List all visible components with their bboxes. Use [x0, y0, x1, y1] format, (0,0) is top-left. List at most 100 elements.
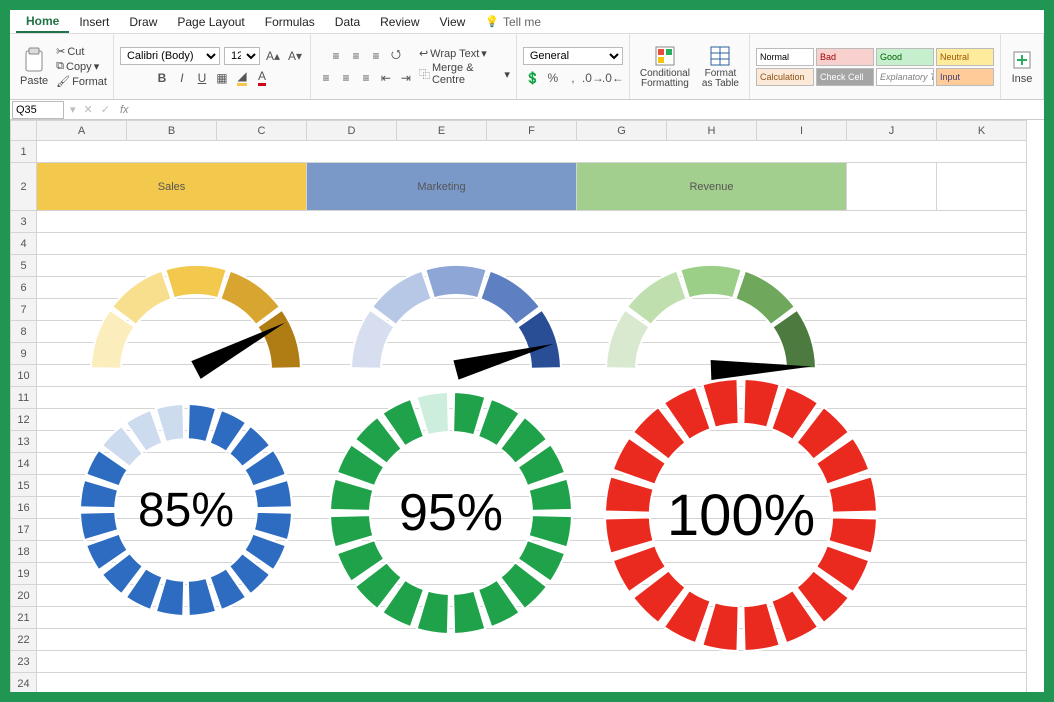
col-header[interactable]: F [487, 121, 577, 141]
orientation-button[interactable]: ⭯ [387, 47, 405, 65]
cut-button[interactable]: ✂ Cut [56, 45, 84, 58]
col-header[interactable]: E [397, 121, 487, 141]
tab-draw[interactable]: Draw [119, 12, 167, 32]
decrease-font-button[interactable]: A▾ [286, 47, 304, 65]
decrease-indent-button[interactable]: ⇤ [377, 69, 395, 87]
row-header[interactable]: 21 [11, 607, 37, 629]
formula-bar: ▾ ✕ ✓ fx [10, 100, 1044, 120]
row-header[interactable]: 12 [11, 409, 37, 431]
style-neutral[interactable]: Neutral [936, 48, 994, 66]
tab-insert[interactable]: Insert [69, 12, 119, 32]
row-header[interactable]: 18 [11, 541, 37, 563]
align-top-button[interactable]: ≡ [327, 47, 345, 65]
row-header[interactable]: 4 [11, 233, 37, 255]
fill-color-button[interactable]: ◢ [233, 69, 251, 87]
increase-font-button[interactable]: A▴ [264, 47, 282, 65]
row-header[interactable]: 2 [11, 163, 37, 211]
bold-button[interactable]: B [153, 69, 171, 87]
align-left-button[interactable]: ≡ [317, 69, 335, 87]
col-header[interactable]: J [847, 121, 937, 141]
increase-indent-button[interactable]: ⇥ [397, 69, 415, 87]
percent-button[interactable]: % [544, 69, 562, 87]
merge-icon: ⿻ [419, 66, 430, 82]
row-header[interactable]: 15 [11, 475, 37, 497]
row-header[interactable]: 23 [11, 651, 37, 673]
grid[interactable]: A B C D E F G H I J K 1 2 Sales Marketin… [10, 120, 1027, 692]
select-all-corner[interactable] [11, 121, 37, 141]
col-header[interactable]: H [667, 121, 757, 141]
align-middle-button[interactable]: ≡ [347, 47, 365, 65]
insert-cells-button[interactable]: Inse [1007, 47, 1037, 87]
row-header[interactable]: 17 [11, 519, 37, 541]
style-good[interactable]: Good [876, 48, 934, 66]
col-header[interactable]: B [127, 121, 217, 141]
col-header[interactable]: D [307, 121, 397, 141]
tab-review[interactable]: Review [370, 12, 429, 32]
cancel-formula-icon[interactable]: ✕ [84, 103, 93, 116]
tab-view[interactable]: View [430, 12, 476, 32]
tab-pagelayout[interactable]: Page Layout [167, 12, 254, 32]
row-header[interactable]: 1 [11, 141, 37, 163]
decrease-decimal-button[interactable]: .0← [604, 69, 622, 87]
format-painter-button[interactable]: 🖌 Format [56, 75, 107, 88]
align-right-button[interactable]: ≡ [357, 69, 375, 87]
borders-button[interactable]: ▦ [213, 69, 231, 87]
row-header[interactable]: 11 [11, 387, 37, 409]
number-format-select[interactable]: General [523, 47, 623, 65]
comma-button[interactable]: , [564, 69, 582, 87]
align-center-button[interactable]: ≡ [337, 69, 355, 87]
increase-decimal-button[interactable]: .0→ [584, 69, 602, 87]
merge-centre-button[interactable]: ⿻ Merge & Centre ▾ [419, 62, 510, 86]
style-check-cell[interactable]: Check Cell [816, 68, 874, 86]
tell-me[interactable]: 💡 Tell me [475, 12, 551, 32]
currency-button[interactable]: 💲 [524, 69, 542, 87]
header-marketing: Marketing [307, 163, 577, 211]
underline-button[interactable]: U [193, 69, 211, 87]
row-header[interactable]: 24 [11, 673, 37, 693]
style-bad[interactable]: Bad [816, 48, 874, 66]
col-header[interactable]: K [937, 121, 1027, 141]
group-font: Calibri (Body) 12 A▴ A▾ B I U ▦ ◢ A [114, 34, 311, 99]
copy-button[interactable]: ⧉ Copy ▾ [56, 60, 99, 73]
row-header[interactable]: 6 [11, 277, 37, 299]
row-header[interactable]: 20 [11, 585, 37, 607]
row-header[interactable]: 3 [11, 211, 37, 233]
style-calculation[interactable]: Calculation [756, 68, 814, 86]
row-header[interactable]: 10 [11, 365, 37, 387]
font-color-button[interactable]: A [253, 69, 271, 87]
paste-button[interactable]: Paste [16, 45, 52, 89]
col-header[interactable]: G [577, 121, 667, 141]
fx-icon[interactable]: fx [120, 104, 129, 116]
conditional-formatting-button[interactable]: Conditional Formatting [636, 43, 694, 91]
row-header[interactable]: 7 [11, 299, 37, 321]
row-header[interactable]: 16 [11, 497, 37, 519]
row-header[interactable]: 19 [11, 563, 37, 585]
format-as-table-button[interactable]: Format as Table [698, 43, 743, 91]
wrap-text-button[interactable]: ↩ Wrap Text ▾ [419, 47, 487, 60]
tab-data[interactable]: Data [325, 12, 370, 32]
tab-home[interactable]: Home [16, 11, 69, 33]
row-header[interactable]: 5 [11, 255, 37, 277]
style-input[interactable]: Input [936, 68, 994, 86]
row-header[interactable]: 13 [11, 431, 37, 453]
italic-button[interactable]: I [173, 69, 191, 87]
col-header[interactable]: C [217, 121, 307, 141]
namebox-dropdown[interactable]: ▾ [70, 103, 76, 116]
col-header[interactable]: A [37, 121, 127, 141]
align-bottom-button[interactable]: ≡ [367, 47, 385, 65]
style-normal[interactable]: Normal [756, 48, 814, 66]
row-header[interactable]: 22 [11, 629, 37, 651]
row-header[interactable]: 9 [11, 343, 37, 365]
font-size-select[interactable]: 12 [224, 47, 260, 65]
row-header[interactable]: 14 [11, 453, 37, 475]
font-name-select[interactable]: Calibri (Body) [120, 47, 220, 65]
lightbulb-icon: 💡 [485, 15, 499, 28]
col-header[interactable]: I [757, 121, 847, 141]
tab-formulas[interactable]: Formulas [255, 12, 325, 32]
enter-formula-icon[interactable]: ✓ [101, 103, 110, 116]
style-explanatory[interactable]: Explanatory T… [876, 68, 934, 86]
formula-input[interactable] [135, 101, 1044, 119]
name-box[interactable] [12, 101, 64, 119]
paste-label: Paste [20, 75, 48, 87]
row-header[interactable]: 8 [11, 321, 37, 343]
